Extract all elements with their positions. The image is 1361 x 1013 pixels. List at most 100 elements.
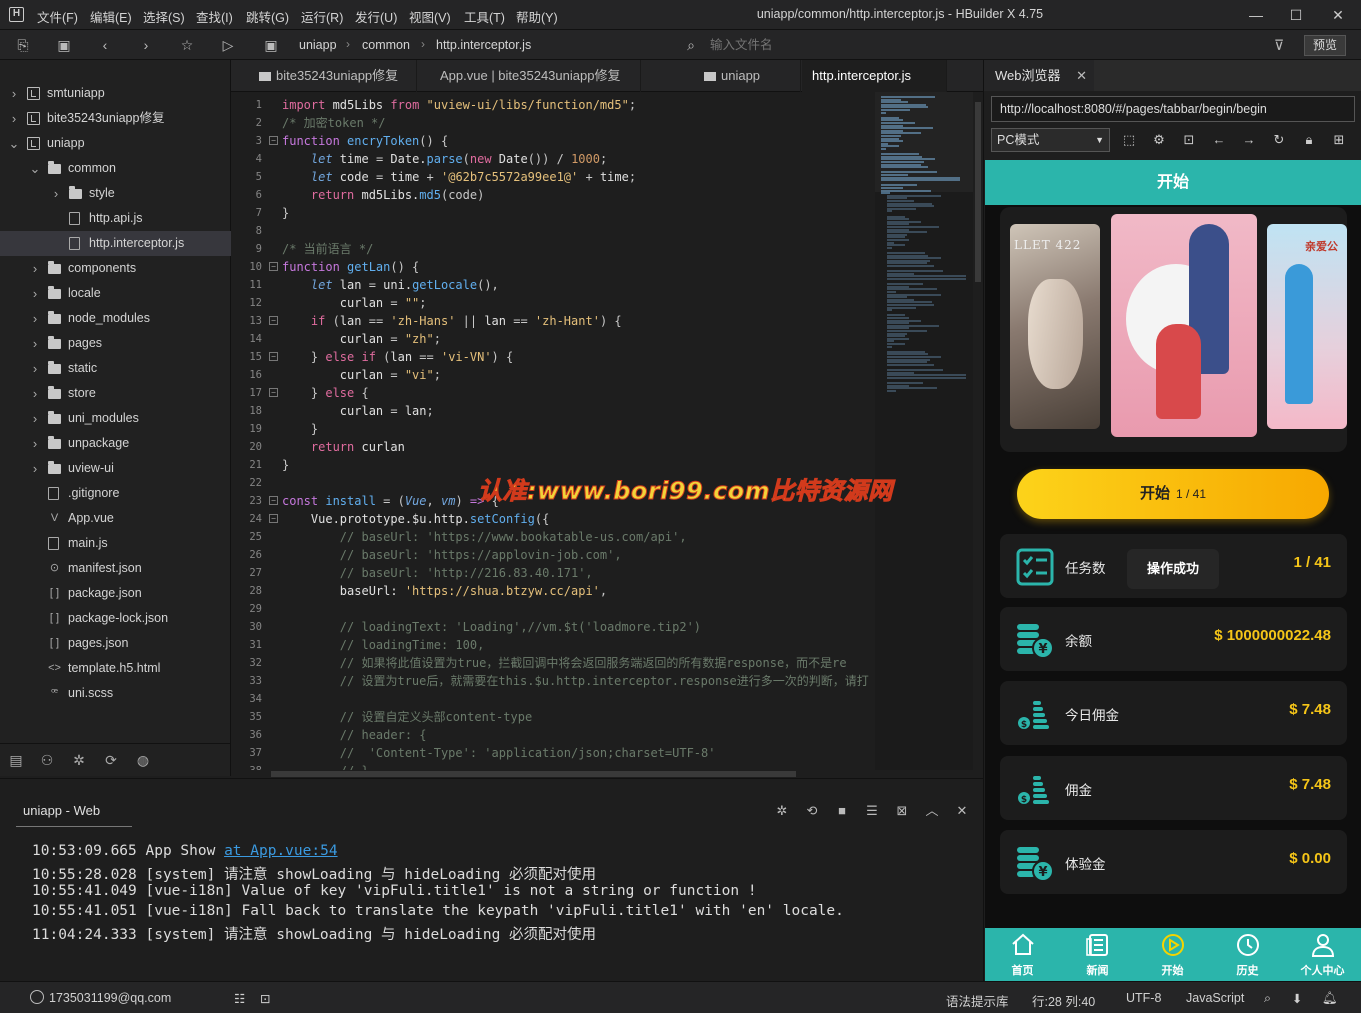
code-line[interactable]: 2 /* 加密token */ xyxy=(231,114,875,132)
stat-card[interactable]: $ 今日佣金 $ 7.48 xyxy=(1000,681,1347,745)
breadcrumb-common[interactable]: common xyxy=(362,38,410,52)
fold-toggle-icon[interactable]: − xyxy=(269,388,278,397)
code-line[interactable]: 6 return md5Libs.md5(code) xyxy=(231,186,875,204)
tabbar-item[interactable]: 新闻 xyxy=(1060,928,1135,981)
code-line[interactable]: 34 xyxy=(231,690,875,708)
minimap[interactable] xyxy=(875,92,973,770)
tree-item[interactable]: › smtuniapp xyxy=(0,81,231,106)
tree-item[interactable]: [ ] pages.json xyxy=(0,631,231,656)
menu-item[interactable]: 帮助(Y) xyxy=(516,7,558,26)
stop-icon[interactable]: ■ xyxy=(834,803,850,819)
save-icon[interactable]: ▣ xyxy=(55,36,73,54)
code-line[interactable]: 3− function encryToken() { xyxy=(231,132,875,150)
code-line[interactable]: 24− Vue.prototype.$u.http.setConfig({ xyxy=(231,510,875,528)
chevron-up-icon[interactable]: ︿ xyxy=(924,803,940,819)
settings-icon[interactable]: ⚙ xyxy=(1151,132,1167,148)
start-button[interactable]: 开始 1 / 41 xyxy=(1017,469,1329,519)
terminal-icon[interactable]: ⊡ xyxy=(260,991,270,1006)
fold-toggle-icon[interactable]: − xyxy=(269,316,278,325)
browser-tab[interactable]: Web浏览器 ✕ xyxy=(984,60,1094,91)
chevron-right-icon[interactable]: › xyxy=(8,106,20,131)
code-editor[interactable]: 1 import md5Libs from "uview-ui/libs/func… xyxy=(231,92,875,770)
forward-arrow-icon[interactable]: → xyxy=(1241,132,1257,148)
maximize-button[interactable]: ☐ xyxy=(1276,3,1316,27)
binoculars-icon[interactable]: ⚇ xyxy=(38,752,56,770)
editor-tab[interactable]: bite35243uniapp修复 xyxy=(249,60,417,92)
tree-item[interactable]: › style xyxy=(0,181,231,206)
chevron-right-icon[interactable]: › xyxy=(29,331,41,356)
tree-item[interactable]: › node_modules xyxy=(0,306,231,331)
poster-image[interactable] xyxy=(1111,214,1257,437)
vertical-scrollbar[interactable] xyxy=(973,92,983,770)
tree-item[interactable]: › pages xyxy=(0,331,231,356)
fold-toggle-icon[interactable]: − xyxy=(269,136,278,145)
code-line[interactable]: 19 } xyxy=(231,420,875,438)
menu-item[interactable]: 视图(V) xyxy=(409,7,451,26)
tree-item[interactable]: › bite35243uniapp修复 xyxy=(0,106,231,131)
language-mode[interactable]: JavaScript xyxy=(1186,991,1244,1005)
back-arrow-icon[interactable]: ← xyxy=(1211,132,1227,148)
tree-item[interactable]: V App.vue xyxy=(0,506,231,531)
fold-toggle-icon[interactable]: − xyxy=(269,352,278,361)
tabbar-item[interactable]: 首页 xyxy=(985,928,1060,981)
grid-icon[interactable]: ⊞ xyxy=(1331,132,1347,148)
stat-card[interactable]: $ 佣金 $ 7.48 xyxy=(1000,756,1347,820)
editor-tab[interactable]: uniapp xyxy=(694,60,801,92)
new-file-icon[interactable]: ⎘ xyxy=(14,36,32,54)
filter-log-icon[interactable]: ☰ xyxy=(864,803,880,819)
code-line[interactable]: 27 // baseUrl: 'http://216.83.40.171', xyxy=(231,564,875,582)
chevron-down-icon[interactable]: ⌄ xyxy=(8,131,20,156)
preview-button[interactable]: 预览 xyxy=(1304,35,1346,56)
fold-toggle-icon[interactable]: − xyxy=(269,262,278,271)
menu-item[interactable]: 工具(T) xyxy=(464,7,505,26)
bell-icon[interactable]: 🔔︎ xyxy=(1322,991,1338,1006)
tree-item[interactable]: › uni_modules xyxy=(0,406,231,431)
list-icon[interactable]: ☷ xyxy=(234,991,245,1006)
code-line[interactable]: 28 baseUrl: 'https://shua.btzyw.cc/api', xyxy=(231,582,875,600)
code-line[interactable]: 10− function getLan() { xyxy=(231,258,875,276)
menu-item[interactable]: 运行(R) xyxy=(301,7,343,26)
chevron-right-icon[interactable]: › xyxy=(29,306,41,331)
code-line[interactable]: 7} xyxy=(231,204,875,222)
code-line[interactable]: 1 import md5Libs from "uview-ui/libs/func… xyxy=(231,96,875,114)
tree-item[interactable]: .gitignore xyxy=(0,481,231,506)
globe-icon[interactable]: ◍ xyxy=(134,752,152,770)
tabbar-item[interactable]: 个人中心 xyxy=(1285,928,1360,981)
refresh-icon[interactable]: ↻ xyxy=(1271,132,1287,148)
code-line[interactable]: 30 // loadingText: 'Loading',//vm.$t('lo… xyxy=(231,618,875,636)
poster-image[interactable]: 亲爱公 xyxy=(1267,224,1347,429)
menu-item[interactable]: 文件(F) xyxy=(37,7,78,26)
tree-item[interactable]: › locale xyxy=(0,281,231,306)
chevron-right-icon[interactable]: › xyxy=(29,431,41,456)
stat-card[interactable]: ¥ 余额 $ 1000000022.48 xyxy=(1000,607,1347,671)
tree-item[interactable]: ⌄ uniapp xyxy=(0,131,231,156)
code-line[interactable]: 15− } else if (lan == 'vi-VN') { xyxy=(231,348,875,366)
chevron-right-icon[interactable]: › xyxy=(8,81,20,106)
code-line[interactable]: 38 // } xyxy=(231,762,875,770)
tree-item[interactable]: main.js xyxy=(0,531,231,556)
tree-item[interactable]: › static xyxy=(0,356,231,381)
tabbar-item[interactable]: 历史 xyxy=(1210,928,1285,981)
filter-icon[interactable]: ⊽ xyxy=(1270,36,1288,54)
menu-item[interactable]: 查找(I) xyxy=(196,7,233,26)
minimap-viewport[interactable] xyxy=(875,92,973,192)
poster-image[interactable]: LLET 422 xyxy=(1010,224,1100,429)
fold-toggle-icon[interactable]: − xyxy=(269,496,278,505)
code-line[interactable]: 14 curlan = "zh"; xyxy=(231,330,875,348)
tree-item[interactable]: › store xyxy=(0,381,231,406)
select-element-icon[interactable]: ⬚ xyxy=(1121,132,1137,148)
scroll-thumb[interactable] xyxy=(975,102,981,282)
breadcrumb-file[interactable]: http.interceptor.js xyxy=(436,38,531,52)
restart-icon[interactable]: ⟲ xyxy=(804,803,820,819)
menu-item[interactable]: 发行(U) xyxy=(355,7,397,26)
debug-icon[interactable]: ✲ xyxy=(70,752,88,770)
code-line[interactable]: 33 // 设置为true后，就需要在this.$u.http.intercep… xyxy=(231,672,875,690)
run-icon[interactable]: ▷ xyxy=(219,36,237,54)
download-icon[interactable]: ⬇ xyxy=(1292,991,1302,1006)
code-line[interactable]: 12 curlan = ""; xyxy=(231,294,875,312)
code-line[interactable]: 29 xyxy=(231,600,875,618)
code-line[interactable]: 18 curlan = lan; xyxy=(231,402,875,420)
code-line[interactable]: 26 // baseUrl: 'https://applovin-job.com… xyxy=(231,546,875,564)
code-line[interactable]: 5 let code = time + '@62b7c5572a99ee1@' … xyxy=(231,168,875,186)
code-line[interactable]: 35 // 设置自定义头部content-type xyxy=(231,708,875,726)
